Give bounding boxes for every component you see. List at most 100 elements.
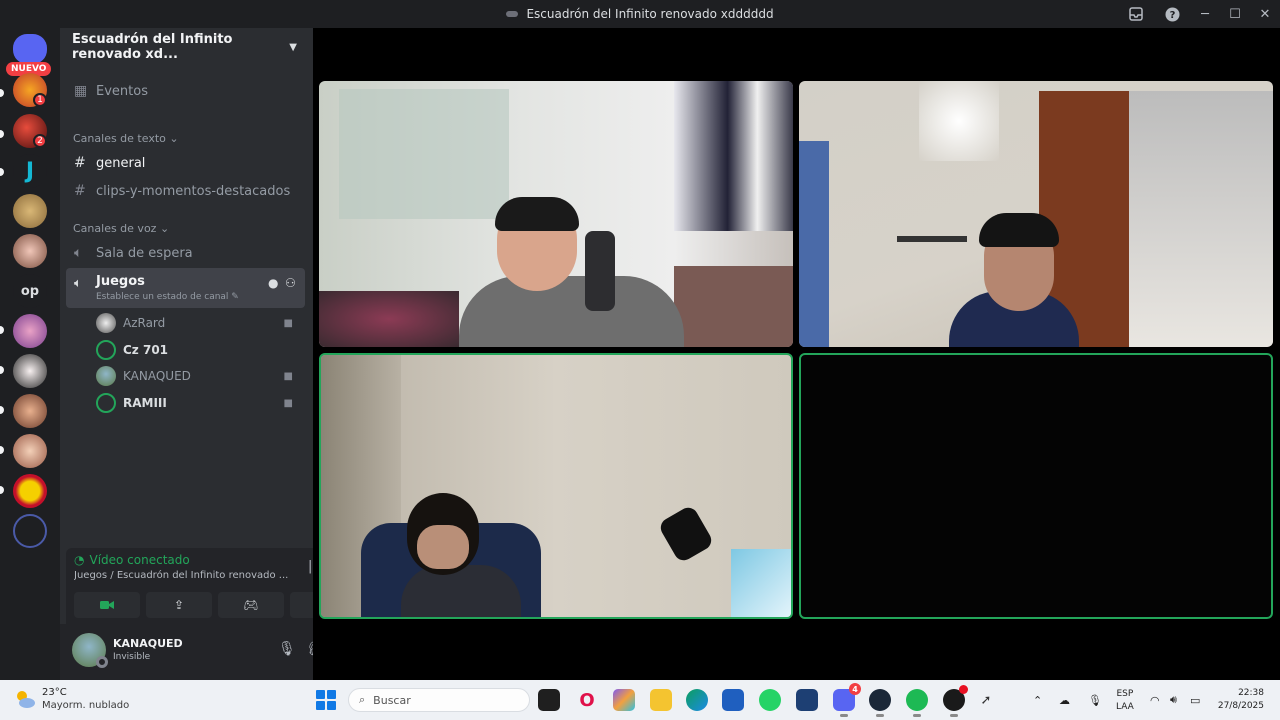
server-icon[interactable] [13,354,47,388]
person-hair [495,197,579,231]
channel-clips[interactable]: # clips-y-momentos-destacados [68,178,305,204]
chat-icon[interactable]: ● [268,276,278,290]
obs-icon[interactable] [943,685,968,717]
server-icon[interactable] [13,394,47,428]
user-name[interactable]: KANAQUED [113,637,183,650]
voice-user[interactable]: AzRard ■ [96,311,301,335]
wifi-icon[interactable]: ◠ [1150,680,1160,720]
chevron-down-icon: ⌄ [159,222,170,235]
avatar [96,393,116,413]
server-icon[interactable] [13,314,47,348]
server-icon[interactable] [13,434,47,468]
user-status: Invisible [113,652,151,662]
blanket [319,291,459,347]
battery-icon[interactable]: ▭ [1190,680,1200,720]
discord-badge: 4 [849,683,861,695]
spotify-icon[interactable] [906,689,928,717]
maximize-icon[interactable]: ☐ [1220,0,1250,28]
person-face [417,525,469,569]
events-link[interactable]: ▦ Eventos [68,78,305,104]
channel-label: Juegos [96,274,145,289]
voice-user[interactable]: Cz 701 [96,338,301,362]
windows-taskbar: 23°C Mayorm. nublado ⌕ Buscar O 4 ➚ ⌃ ☁ … [0,680,1280,720]
task-view-icon[interactable] [538,689,560,711]
cloud-icon[interactable]: ☁ [1059,680,1070,720]
date: 27/8/2025 [1217,701,1264,711]
search-placeholder: Buscar [373,693,411,707]
mention-badge: 1 [33,93,47,107]
home-server[interactable] [13,34,47,64]
steam-icon[interactable] [869,689,891,717]
discord-logo-icon [506,11,519,17]
curtain [339,89,509,219]
status-indicator [96,656,108,668]
video-tile-camera-off[interactable] [799,353,1273,619]
window-title-text: Escuadrón del Infinito renovado xdddddd [526,7,774,21]
category-voice-channels[interactable]: Canales de voz ⌄ [73,222,169,235]
microphone-icon[interactable]: 🎙︎ [278,641,296,657]
microphone-tray-icon[interactable]: 🎙︎ [1088,680,1102,720]
voice-channel-path[interactable]: Juegos / Escuadrón del Infinito renovado… [74,570,294,581]
security-icon[interactable] [796,689,818,711]
avatar [96,366,116,386]
weather-widget[interactable]: 23°C Mayorm. nublado [14,686,129,712]
camera-button[interactable] [74,592,140,618]
edge-icon[interactable] [686,689,708,711]
video-tile-speaking[interactable] [319,353,793,619]
screen-share-button[interactable]: ⇪ [146,592,212,618]
voice-channel-waiting[interactable]: 🔈︎ Sala de espera [68,240,305,266]
show-hidden-icons[interactable]: ⌃ [1033,680,1042,720]
calendar-icon: ▦ [74,83,88,99]
server-header[interactable]: Escuadrón del Infinito renovado xd... ▼ [60,28,313,66]
search-icon: ⌕ [359,693,366,706]
taskbar-search[interactable]: ⌕ Buscar [348,688,530,712]
file-explorer-icon[interactable] [650,689,672,711]
server-icon[interactable]: op [13,274,47,308]
help-icon[interactable]: ? [1154,0,1190,28]
inbox-icon[interactable] [1118,0,1154,28]
title-bar: Escuadrón del Infinito renovado xdddddd … [0,0,1280,28]
person-shirt [459,276,684,347]
discord-icon[interactable]: 4 [833,683,861,717]
copilot-icon[interactable] [613,689,635,711]
server-icon[interactable] [13,234,47,268]
server-icon[interactable] [13,514,47,548]
activities-button[interactable]: 🎮︎ [218,592,284,618]
connection-status[interactable]: ◔ Vídeo conectado [74,553,190,567]
voice-channel-juegos[interactable]: 🔈︎ Juegos Establece un estado de canal ✎… [66,268,305,308]
voice-user[interactable]: KANAQUED ■ [96,364,301,388]
video-tile[interactable] [799,81,1273,347]
whatsapp-icon[interactable] [759,689,781,711]
person-hair [979,213,1059,247]
invite-icon[interactable]: ⚇ [285,276,296,290]
server-icon[interactable] [13,194,47,228]
user-name: RAMIII [123,396,167,410]
weather-condition: Mayorm. nublado [42,700,130,711]
voice-user[interactable]: RAMIII ■ [96,391,301,415]
channel-general[interactable]: # general [68,150,305,176]
channel-sidebar: Escuadrón del Infinito renovado xd... ▼ … [60,28,373,680]
mention-badge: 2 [33,134,47,148]
clock[interactable]: 22:38 27/8/2025 [1218,687,1264,713]
windows-start-icon[interactable] [316,690,336,710]
minimize-icon[interactable]: ─ [1190,0,1220,28]
server-icon[interactable] [13,474,47,508]
channel-status-hint[interactable]: Establece un estado de canal ✎ [96,292,239,302]
unread-pip [0,406,4,414]
temperature: 23°C [42,687,67,698]
category-label: Canales de texto [73,132,166,145]
language-indicator[interactable]: ESP LAA [1116,688,1134,714]
unread-pip [0,446,4,454]
store-icon[interactable] [722,689,744,711]
opera-icon[interactable]: O [576,689,598,711]
category-text-channels[interactable]: Canales de texto ⌄ [73,132,179,145]
time: 22:38 [1238,688,1264,698]
volume-icon[interactable]: 🔊︎ [1170,680,1177,720]
video-tile[interactable] [319,81,793,347]
person-shirt [401,565,521,617]
close-icon[interactable]: ✕ [1250,0,1280,28]
unread-pip [0,89,4,97]
events-label: Eventos [96,83,148,99]
unread-pip [0,168,4,176]
server-icon[interactable]: J [13,154,47,188]
